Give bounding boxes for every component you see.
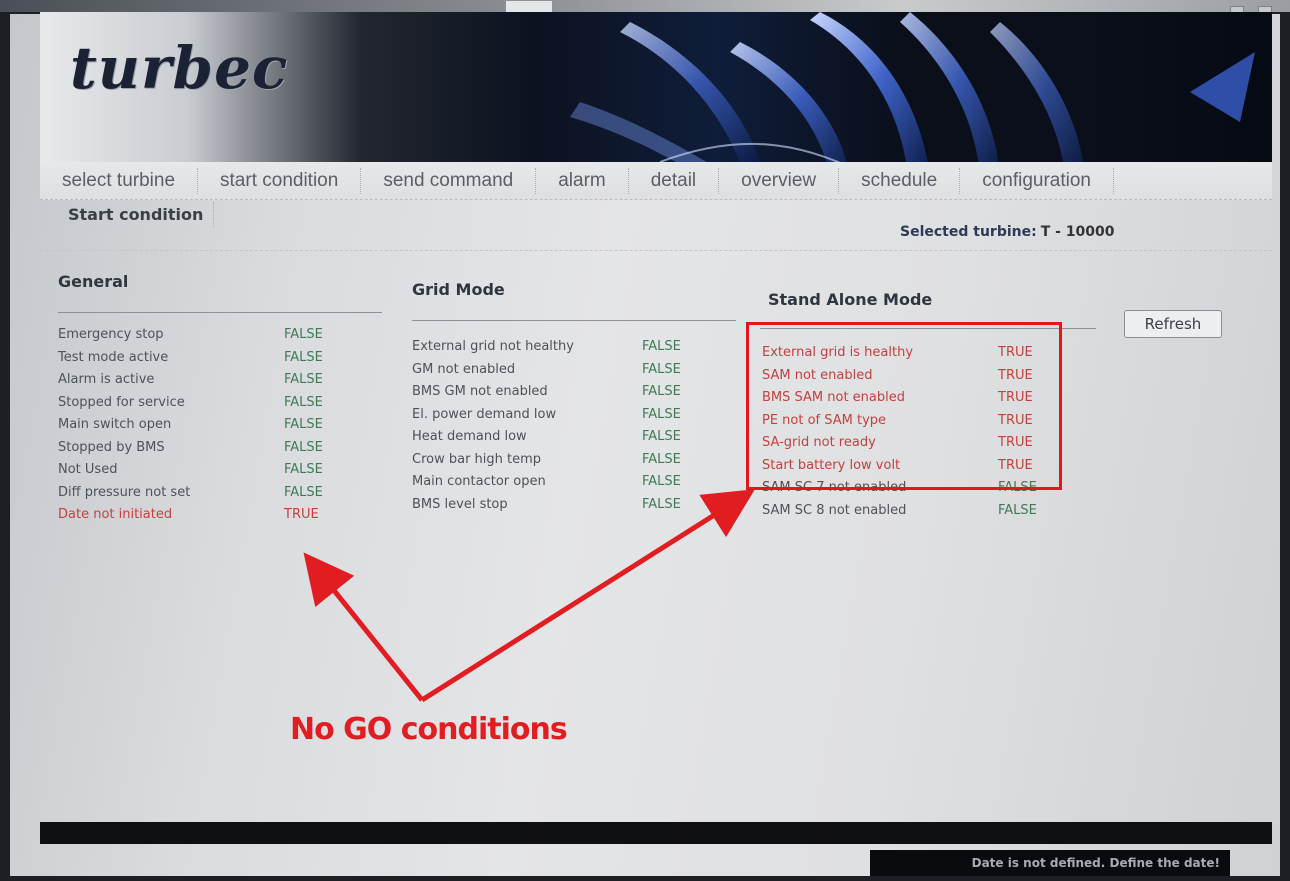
status-message: Date is not defined. Define the date! bbox=[870, 850, 1230, 876]
condition-label: External grid not healthy bbox=[412, 339, 574, 354]
condition-label: Not Used bbox=[58, 462, 118, 477]
condition-value: FALSE bbox=[284, 462, 323, 477]
general-title: General bbox=[58, 272, 129, 291]
list-item: Stopped for service FALSE bbox=[58, 392, 323, 415]
condition-label: BMS level stop bbox=[412, 496, 508, 512]
list-item: Crow bar high temp FALSE bbox=[412, 449, 681, 472]
condition-label: Crow bar high temp bbox=[412, 451, 542, 467]
condition-label: El. power demand low bbox=[412, 406, 557, 422]
grid-mode-underline bbox=[412, 320, 736, 321]
header-banner: turbec bbox=[40, 12, 1272, 176]
condition-label: Heat demand low bbox=[412, 429, 527, 444]
condition-label: BMS GM not enabled bbox=[412, 384, 548, 399]
nav-configuration[interactable]: configuration bbox=[960, 167, 1114, 194]
list-item: Diff pressure not set FALSE bbox=[58, 482, 323, 505]
condition-value: FALSE bbox=[642, 474, 681, 489]
condition-label: Stopped by BMS bbox=[58, 439, 165, 455]
list-item: Main contactor open FALSE bbox=[412, 471, 681, 494]
condition-label: Stopped for service bbox=[58, 394, 185, 410]
condition-value: FALSE bbox=[284, 372, 323, 387]
stand-alone-mode-title: Stand Alone Mode bbox=[768, 290, 933, 309]
condition-label: Date not initiated bbox=[58, 507, 173, 522]
subnav-start-condition[interactable]: Start condition bbox=[58, 202, 215, 228]
list-item: GM not enabled FALSE bbox=[412, 359, 681, 382]
highlight-box bbox=[746, 322, 1062, 490]
list-item: Alarm is active FALSE bbox=[58, 369, 323, 392]
list-item: BMS level stop FALSE bbox=[412, 494, 681, 517]
selected-turbine-label: Selected turbine: bbox=[900, 224, 1037, 240]
condition-label: Alarm is active bbox=[58, 372, 155, 387]
general-list: Emergency stop FALSE Test mode active FALS… bbox=[58, 324, 323, 527]
selected-turbine-value: T - 10000 bbox=[1040, 224, 1115, 240]
nav-overview[interactable]: overview bbox=[719, 167, 840, 194]
selected-turbine: Selected turbine: T - 10000 bbox=[900, 224, 1115, 240]
divider bbox=[40, 250, 1272, 251]
browser-top-strip bbox=[0, 0, 1290, 18]
annotation-label: No GO conditions bbox=[290, 712, 568, 747]
grid-mode-list: External grid not healthy FALSE GM not en… bbox=[412, 336, 681, 516]
condition-label: Main switch open bbox=[58, 417, 172, 432]
list-item: Heat demand low FALSE bbox=[412, 426, 681, 449]
condition-label: Diff pressure not set bbox=[58, 484, 191, 500]
condition-value: FALSE bbox=[642, 429, 681, 444]
condition-value: FALSE bbox=[642, 384, 681, 399]
list-item: Main switch open FALSE bbox=[58, 414, 323, 437]
nav-start-condition[interactable]: start condition bbox=[198, 167, 362, 194]
condition-value: TRUE bbox=[284, 507, 319, 522]
condition-label: Emergency stop bbox=[58, 327, 164, 342]
list-item: El. power demand low FALSE bbox=[412, 404, 681, 427]
condition-value: FALSE bbox=[642, 339, 681, 354]
nav-schedule[interactable]: schedule bbox=[839, 167, 961, 194]
list-item: Stopped by BMS FALSE bbox=[58, 437, 323, 460]
condition-value: FALSE bbox=[998, 502, 1037, 518]
condition-label: Main contactor open bbox=[412, 474, 546, 489]
list-item: Test mode active FALSE bbox=[58, 347, 323, 370]
condition-value: FALSE bbox=[642, 361, 681, 377]
condition-value: FALSE bbox=[642, 451, 681, 467]
nav-detail[interactable]: detail bbox=[629, 167, 720, 194]
grid-mode-title: Grid Mode bbox=[412, 280, 505, 299]
nav-select-turbine[interactable]: select turbine bbox=[40, 167, 199, 194]
list-item: Date not initiated TRUE bbox=[58, 504, 323, 527]
condition-value: FALSE bbox=[642, 406, 681, 422]
list-item: External grid not healthy FALSE bbox=[412, 336, 681, 359]
condition-label: SAM SC 8 not enabled bbox=[762, 502, 907, 518]
condition-value: FALSE bbox=[284, 394, 323, 410]
list-item: BMS GM not enabled FALSE bbox=[412, 381, 681, 404]
condition-value: FALSE bbox=[284, 349, 323, 365]
list-item: Not Used FALSE bbox=[58, 459, 323, 482]
list-item: Emergency stop FALSE bbox=[58, 324, 323, 347]
main-nav: select turbine start condition send comm… bbox=[40, 162, 1272, 200]
general-underline bbox=[58, 312, 382, 313]
condition-label: Test mode active bbox=[58, 349, 169, 365]
condition-value: FALSE bbox=[284, 327, 323, 342]
condition-label: GM not enabled bbox=[412, 361, 516, 377]
turbec-logo: turbec bbox=[70, 34, 289, 102]
condition-value: FALSE bbox=[284, 439, 323, 455]
list-item: SAM SC 8 not enabled FALSE bbox=[762, 500, 1037, 523]
condition-value: FALSE bbox=[642, 496, 681, 512]
condition-value: FALSE bbox=[284, 484, 323, 500]
condition-value: FALSE bbox=[284, 417, 323, 432]
nav-send-command[interactable]: send command bbox=[361, 167, 537, 194]
refresh-button[interactable]: Refresh bbox=[1124, 310, 1222, 338]
footer-bar bbox=[40, 822, 1272, 844]
nav-alarm[interactable]: alarm bbox=[536, 167, 629, 194]
